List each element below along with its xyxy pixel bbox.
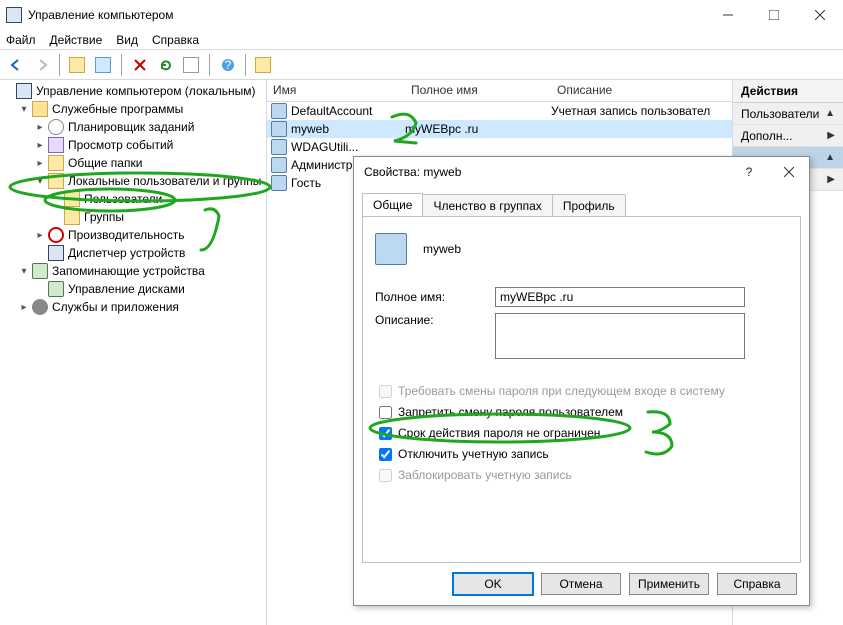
- menu-view[interactable]: Вид: [116, 33, 138, 47]
- actions-header: Действия: [733, 80, 843, 103]
- tree-services[interactable]: ▸Службы и приложения: [0, 298, 266, 316]
- menu-file[interactable]: Файл: [6, 33, 36, 47]
- checkbox-mustchange: [379, 385, 392, 398]
- dialog-close-button[interactable]: [769, 157, 809, 187]
- checkbox-noexpire[interactable]: [379, 427, 392, 440]
- tab-general[interactable]: Общие: [362, 193, 423, 216]
- tree-groups[interactable]: Группы: [0, 208, 266, 226]
- clock-icon: [48, 119, 64, 135]
- check-cantchange[interactable]: Запретить смену пароля пользователем: [375, 403, 788, 421]
- input-fullname[interactable]: [495, 287, 745, 307]
- window-title: Управление компьютером: [28, 8, 705, 22]
- svg-text:?: ?: [225, 58, 232, 72]
- user-large-icon: [375, 233, 407, 265]
- disk-mgmt-icon: [48, 281, 64, 297]
- nav-forward-button[interactable]: [30, 53, 54, 77]
- tree-users[interactable]: Пользователи: [0, 190, 266, 208]
- tree-sharedfolders[interactable]: ▸Общие папки: [0, 154, 266, 172]
- help-button[interactable]: ?: [216, 53, 240, 77]
- window-titlebar: Управление компьютером: [0, 0, 843, 30]
- label-desc: Описание:: [375, 313, 495, 327]
- check-locked: Заблокировать учетную запись: [375, 466, 788, 484]
- tab-membership[interactable]: Членство в группах: [422, 194, 552, 217]
- collapse-icon: ▲: [825, 152, 835, 163]
- tab-profile[interactable]: Профиль: [552, 194, 626, 217]
- list-header: Имя Полное имя Описание: [267, 80, 732, 102]
- performance-icon: [48, 227, 64, 243]
- dialog-title: Свойства: myweb: [364, 165, 729, 179]
- user-icon: [271, 157, 287, 173]
- tree-scheduler[interactable]: ▸Планировщик заданий: [0, 118, 266, 136]
- check-noexpire[interactable]: Срок действия пароля не ограничен: [375, 424, 788, 442]
- menu-action[interactable]: Действие: [50, 33, 103, 47]
- col-fullname[interactable]: Полное имя: [405, 80, 551, 101]
- input-description[interactable]: [495, 313, 745, 359]
- user-icon: [271, 121, 287, 137]
- users-folder-icon: [48, 173, 64, 189]
- ok-button[interactable]: OK: [453, 573, 533, 595]
- event-viewer-icon: [48, 137, 64, 153]
- properties-dialog: Свойства: myweb ? Общие Членство в групп…: [353, 156, 810, 606]
- folder-icon: [64, 191, 80, 207]
- help-button-dlg[interactable]: Справка: [717, 573, 797, 595]
- user-icon: [271, 139, 287, 155]
- menu-help[interactable]: Справка: [152, 33, 199, 47]
- chevron-right-icon: ▶: [827, 130, 835, 141]
- storage-icon: [32, 263, 48, 279]
- check-mustchange: Требовать смены пароля при следующем вхо…: [375, 382, 788, 400]
- dialog-titlebar: Свойства: myweb ?: [354, 157, 809, 187]
- checkbox-disabled[interactable]: [379, 448, 392, 461]
- collapse-icon: ▲: [825, 108, 835, 119]
- export-list-button[interactable]: [180, 53, 204, 77]
- actions-users[interactable]: Пользователи▲: [733, 103, 843, 125]
- tree-localusers[interactable]: ▾Локальные пользователи и группы: [0, 172, 266, 190]
- dialog-buttons: OK Отмена Применить Справка: [354, 563, 809, 605]
- tree-diskmgmt[interactable]: Управление дисками: [0, 280, 266, 298]
- tree-devmgr[interactable]: Диспетчер устройств: [0, 244, 266, 262]
- tree-storage[interactable]: ▾Запоминающие устройства: [0, 262, 266, 280]
- device-manager-icon: [48, 245, 64, 261]
- dialog-username: myweb: [423, 242, 461, 256]
- maximize-button[interactable]: [751, 0, 797, 30]
- col-name[interactable]: Имя: [267, 80, 405, 101]
- user-icon: [271, 103, 287, 119]
- col-desc[interactable]: Описание: [551, 80, 732, 101]
- list-item-selected[interactable]: myweb myWEBpc .ru: [267, 120, 732, 138]
- label-fullname: Полное имя:: [375, 290, 495, 304]
- chevron-right-icon: ▶: [827, 174, 835, 185]
- up-level-button[interactable]: [66, 53, 90, 77]
- tree-tools[interactable]: ▾Служебные программы: [0, 100, 266, 118]
- menubar: Файл Действие Вид Справка: [0, 30, 843, 50]
- apply-button[interactable]: Применить: [629, 573, 709, 595]
- app-icon: [6, 7, 22, 23]
- checkbox-locked: [379, 469, 392, 482]
- toolbar: ?: [0, 50, 843, 80]
- computer-icon: [16, 83, 32, 99]
- tree-root[interactable]: Управление компьютером (локальным): [0, 82, 266, 100]
- delete-button[interactable]: [128, 53, 152, 77]
- tree-pane[interactable]: Управление компьютером (локальным) ▾Служ…: [0, 80, 267, 625]
- properties-button[interactable]: [252, 53, 276, 77]
- tree-perf[interactable]: ▸Производительность: [0, 226, 266, 244]
- dialog-help-button[interactable]: ?: [729, 157, 769, 187]
- dialog-body: myweb Полное имя: Описание: Требовать см…: [362, 216, 801, 563]
- user-icon: [271, 175, 287, 191]
- show-hide-tree-button[interactable]: [92, 53, 116, 77]
- list-item[interactable]: DefaultAccount Учетная запись пользовате…: [267, 102, 732, 120]
- tree-eventviewer[interactable]: ▸Просмотр событий: [0, 136, 266, 154]
- checkbox-cantchange[interactable]: [379, 406, 392, 419]
- cancel-button[interactable]: Отмена: [541, 573, 621, 595]
- folder-icon: [64, 209, 80, 225]
- tools-icon: [32, 101, 48, 117]
- check-disabled[interactable]: Отключить учетную запись: [375, 445, 788, 463]
- nav-back-button[interactable]: [4, 53, 28, 77]
- dialog-tabs: Общие Членство в группах Профиль: [354, 187, 809, 216]
- gear-icon: [32, 299, 48, 315]
- list-item[interactable]: WDAGUtili...: [267, 138, 732, 156]
- minimize-button[interactable]: [705, 0, 751, 30]
- refresh-button[interactable]: [154, 53, 178, 77]
- folder-icon: [48, 155, 64, 171]
- actions-more[interactable]: Дополн...▶: [733, 125, 843, 147]
- close-button[interactable]: [797, 0, 843, 30]
